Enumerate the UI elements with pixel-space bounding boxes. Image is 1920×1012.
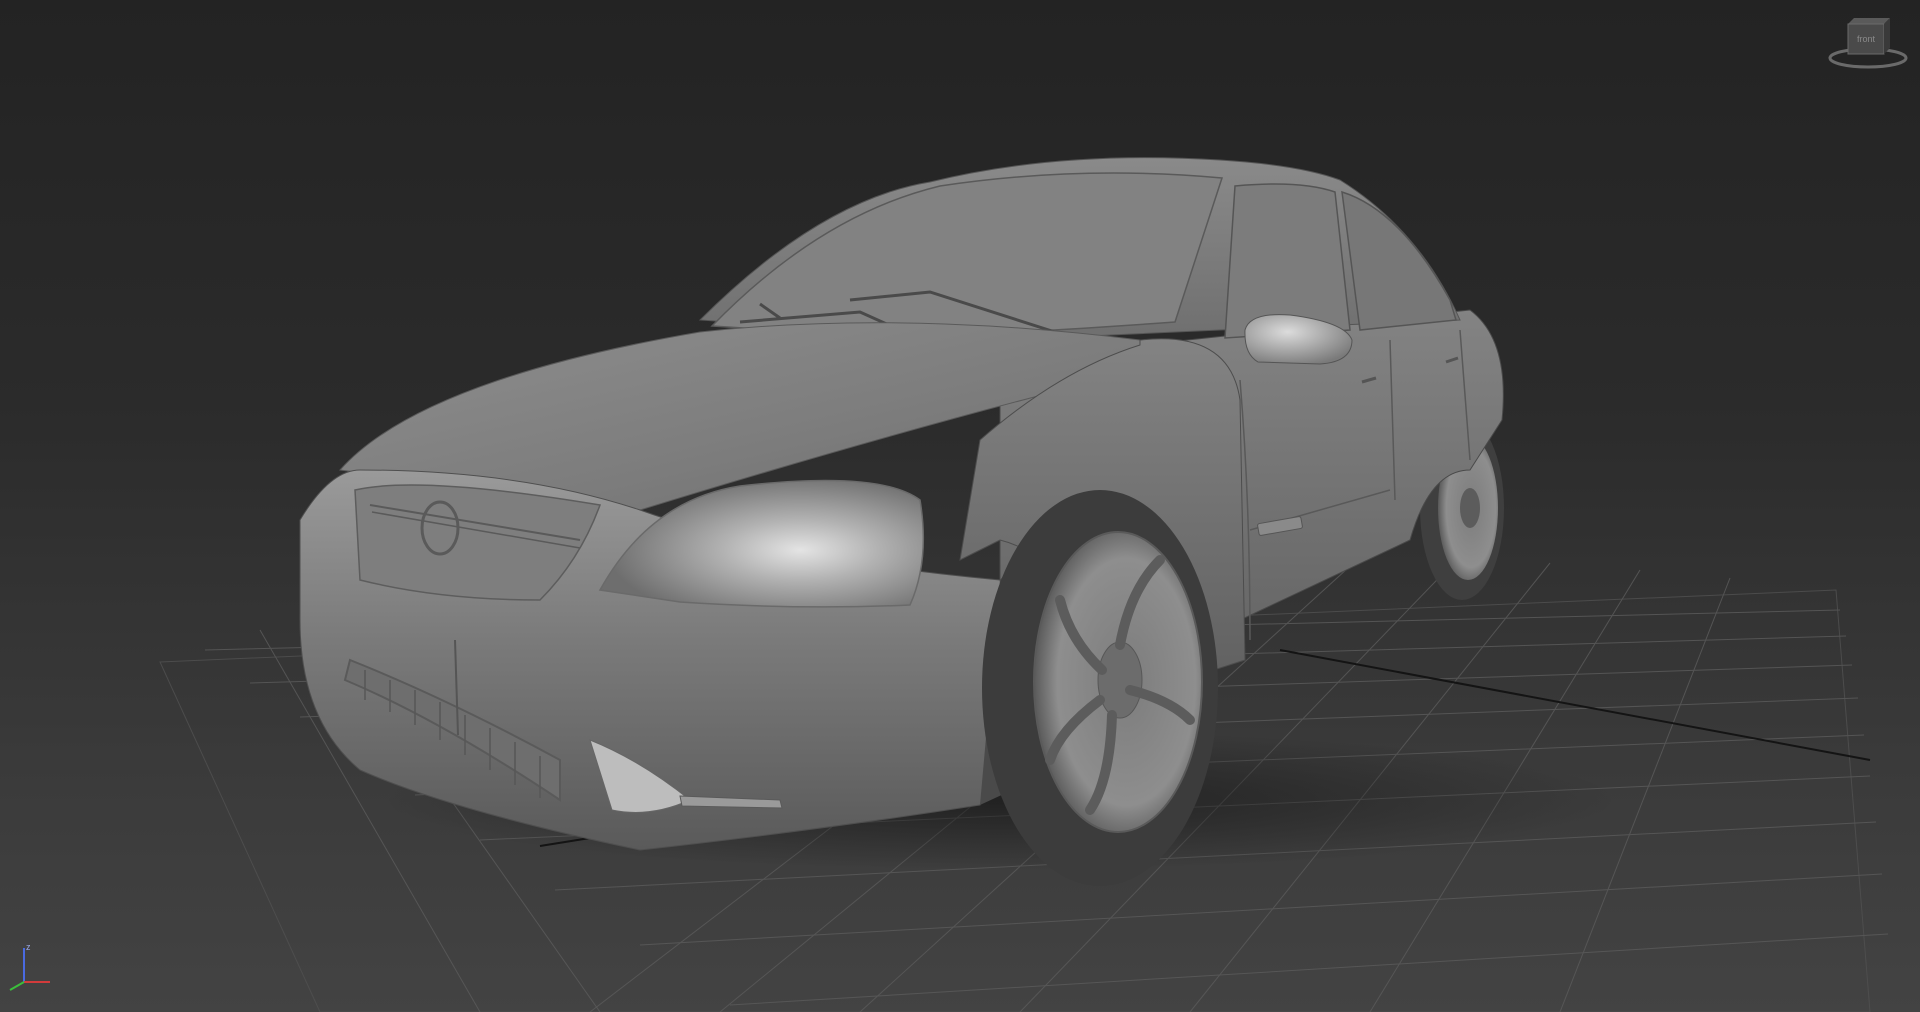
axis-y-line bbox=[9, 981, 25, 991]
viewcube-top-face[interactable] bbox=[1848, 18, 1890, 24]
viewcube-face-label: front bbox=[1857, 34, 1876, 44]
front-wheel[interactable] bbox=[982, 490, 1218, 886]
car-rear-side-window bbox=[1341, 190, 1457, 331]
axis-z-label: z bbox=[26, 942, 31, 952]
axis-tripod-icon: z bbox=[9, 942, 50, 991]
perspective-viewport[interactable]: front z bbox=[0, 0, 1920, 1012]
grid-world-axis bbox=[1279, 649, 1871, 761]
viewcube-icon[interactable]: front bbox=[1826, 14, 1910, 76]
scene-canvas[interactable] bbox=[0, 0, 1920, 1012]
viewcube-right-face[interactable] bbox=[1884, 18, 1890, 54]
